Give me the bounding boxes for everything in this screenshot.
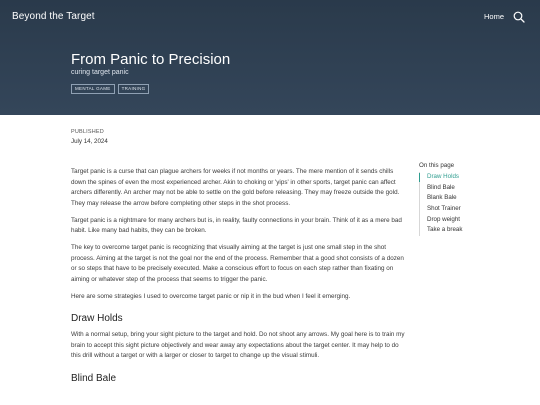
toc-item-blind-bale[interactable]: Blind Bale bbox=[422, 183, 519, 194]
published-label: PUBLISHED bbox=[71, 129, 104, 135]
article-paragraph: Target panic is a nightmare for many arc… bbox=[71, 216, 402, 235]
page-title: From Panic to Precision bbox=[71, 51, 231, 68]
toc-item-draw-holds[interactable]: Draw Holds bbox=[419, 172, 519, 183]
toc-item-drop-weight[interactable]: Drop weight bbox=[422, 215, 519, 226]
section-heading-blind-bale: Blind Bale bbox=[71, 372, 117, 384]
toc-title: On this page bbox=[419, 162, 455, 169]
tag-training[interactable]: TRAINING bbox=[117, 84, 150, 94]
section-heading-draw-holds: Draw Holds bbox=[71, 313, 123, 324]
page-subtitle: curing target panic bbox=[71, 69, 129, 76]
search-icon[interactable] bbox=[513, 10, 525, 23]
top-navbar: Beyond the Target Home bbox=[0, 0, 540, 34]
site-title[interactable]: Beyond the Target bbox=[12, 11, 95, 22]
article-paragraph: The key to overcome target panic is reco… bbox=[71, 244, 404, 283]
article-paragraph: Here are some strategies I used to overc… bbox=[71, 292, 351, 300]
tag-list: MENTAL GAME TRAINING bbox=[71, 84, 150, 94]
article-paragraph: With a normal setup, bring your sight pi… bbox=[71, 331, 405, 359]
toc-item-take-a-break[interactable]: Take a break bbox=[422, 225, 519, 236]
article-paragraph: Target panic is a curse that can plague … bbox=[71, 168, 400, 207]
toc-list: Draw Holds Blind Bale Blank Bale Shot Tr… bbox=[419, 172, 519, 237]
hero-banner: Beyond the Target Home From Panic to Pre… bbox=[0, 0, 540, 115]
published-date: July 14, 2024 bbox=[71, 138, 108, 145]
tag-mental-game[interactable]: MENTAL GAME bbox=[71, 84, 115, 94]
toc-item-blank-bale[interactable]: Blank Bale bbox=[422, 193, 519, 204]
article-body: Target panic is a curse that can plague … bbox=[71, 167, 407, 390]
nav-home-link[interactable]: Home bbox=[484, 12, 504, 21]
table-of-contents: On this page Draw Holds Blind Bale Blank… bbox=[419, 162, 519, 237]
toc-item-shot-trainer[interactable]: Shot Trainer bbox=[422, 204, 519, 215]
